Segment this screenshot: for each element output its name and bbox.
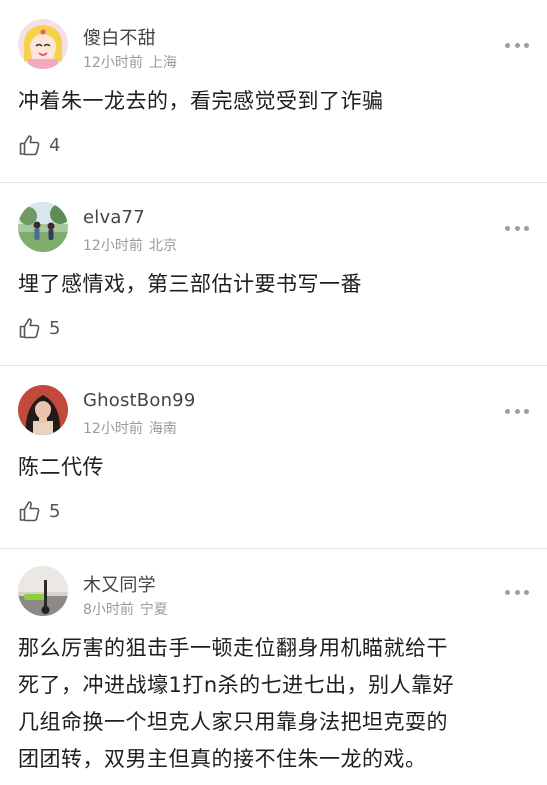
- username[interactable]: 木又同学: [83, 571, 156, 597]
- comment-text-line: 几组命换一个坦克人家只用靠身法把坦克耍的: [18, 710, 448, 734]
- comment-location: 上海: [148, 55, 177, 71]
- more-dots-icon[interactable]: [505, 587, 529, 597]
- more-dots-icon[interactable]: [505, 40, 529, 50]
- comment-time: 12小时前: [83, 238, 143, 254]
- like-count: 5: [49, 500, 61, 522]
- comment-item: 傻白不甜 12小时前 上海 冲着朱一龙去的，看完感觉受到了诈骗 4: [0, 0, 547, 182]
- comment-text-line: 那么厉害的狙击手一顿走位翻身用机瞄就给干: [18, 636, 448, 660]
- thumbs-up-icon: [18, 499, 42, 523]
- like-button[interactable]: 5: [18, 499, 60, 523]
- avatar[interactable]: [18, 202, 68, 252]
- avatar[interactable]: [18, 19, 68, 69]
- like-button[interactable]: 4: [18, 133, 60, 157]
- avatar[interactable]: [18, 385, 68, 435]
- comment-meta: 8小时前 宁夏: [83, 599, 168, 619]
- more-dots-icon[interactable]: [505, 223, 529, 233]
- like-count: 4: [49, 134, 61, 156]
- comment-meta: 12小时前 海南: [83, 418, 177, 438]
- comment-item: elva77 12小时前 北京 埋了感情戏，第三部估计要书写一番 5: [0, 183, 547, 365]
- comment-text: 埋了感情戏，第三部估计要书写一番: [18, 272, 362, 296]
- comment-text: 那么厉害的狙击手一顿走位翻身用机瞄就给干 死了，冲进战壕1打n杀的七进七出，别人…: [18, 630, 528, 778]
- username[interactable]: GhostBon99: [83, 390, 195, 411]
- comment-text: 冲着朱一龙去的，看完感觉受到了诈骗: [18, 89, 384, 113]
- like-button[interactable]: 5: [18, 316, 60, 340]
- thumbs-up-icon: [18, 133, 42, 157]
- comment-text-line: 团团转，双男主但真的接不住朱一龙的戏。: [18, 747, 427, 771]
- comment-meta: 12小时前 北京: [83, 235, 177, 255]
- username[interactable]: elva77: [83, 207, 145, 228]
- username[interactable]: 傻白不甜: [83, 24, 156, 50]
- comment-time: 8小时前: [83, 602, 134, 618]
- avatar[interactable]: [18, 566, 68, 616]
- comment-location: 宁夏: [139, 602, 168, 618]
- comment-text: 陈二代传: [18, 455, 104, 479]
- comment-item: 木又同学 8小时前 宁夏 那么厉害的狙击手一顿走位翻身用机瞄就给干 死了，冲进战壕…: [0, 549, 547, 785]
- more-dots-icon[interactable]: [505, 406, 529, 416]
- comment-meta: 12小时前 上海: [83, 52, 177, 72]
- comment-location: 北京: [148, 238, 177, 254]
- comment-time: 12小时前: [83, 421, 143, 437]
- like-count: 5: [49, 317, 61, 339]
- comment-item: GhostBon99 12小时前 海南 陈二代传 5: [0, 366, 547, 548]
- comment-location: 海南: [148, 421, 177, 437]
- comment-time: 12小时前: [83, 55, 143, 71]
- thumbs-up-icon: [18, 316, 42, 340]
- comment-text-line: 死了，冲进战壕1打n杀的七进七出，别人靠好: [18, 673, 455, 697]
